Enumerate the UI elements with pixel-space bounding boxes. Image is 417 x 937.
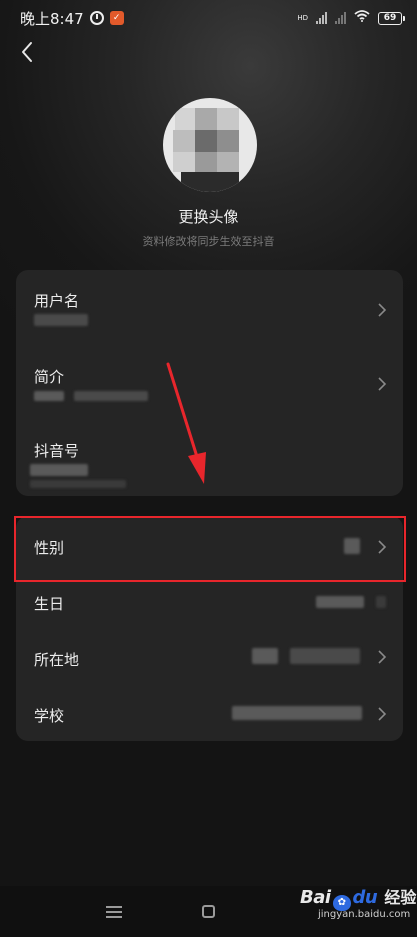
signal-icon	[316, 12, 327, 24]
douyin-id-value-redacted-2	[30, 480, 126, 488]
status-time: 晚上8:47	[20, 9, 84, 28]
birthday-value-redacted	[316, 596, 364, 608]
status-bar: 晚上8:47 ✓ HD 69	[0, 0, 417, 36]
sync-note: 资料修改将同步生效至抖音	[142, 235, 275, 248]
chevron-right-icon	[378, 303, 387, 317]
watermark: Bai ✿ du 经验 jingyan.baidu.com	[300, 884, 416, 920]
birthday-chevron-redacted	[376, 596, 386, 608]
location-value-redacted	[252, 648, 278, 664]
chevron-right-icon	[378, 707, 387, 721]
home-icon[interactable]	[202, 905, 215, 918]
wifi-icon	[354, 10, 370, 26]
battery-icon: 69	[378, 11, 405, 25]
chevron-right-icon	[378, 377, 387, 391]
bio-value-redacted	[34, 391, 64, 401]
app-notification-icon: ✓	[109, 11, 124, 25]
change-avatar-button[interactable]: 更换头像	[0, 206, 417, 227]
chevron-right-icon	[378, 650, 387, 664]
status-bar-left: 晚上8:47 ✓	[20, 8, 124, 29]
battery-level: 69	[378, 11, 402, 25]
avatar[interactable]	[163, 98, 257, 192]
back-button[interactable]	[16, 40, 40, 64]
annotation-arrow-icon	[166, 362, 206, 484]
location-value-redacted-2	[290, 648, 360, 664]
school-value-redacted	[232, 706, 362, 720]
alarm-icon	[89, 11, 104, 25]
row-label-username: 用户名	[34, 292, 80, 310]
row-label-bio: 简介	[34, 368, 65, 386]
douyin-id-value-redacted	[30, 464, 88, 476]
hd-label: HD	[297, 14, 308, 22]
menu-icon[interactable]	[106, 906, 122, 921]
bio-value-redacted-2	[74, 391, 148, 401]
signal-icon-2	[335, 12, 346, 24]
username-value-redacted	[34, 314, 88, 326]
row-label-school: 学校	[34, 707, 65, 725]
row-label-douyin-id: 抖音号	[34, 442, 80, 460]
watermark-brand: Bai ✿ du	[300, 887, 378, 911]
watermark-brand-cn: 经验	[384, 888, 417, 907]
row-location[interactable]: 所在地	[16, 628, 403, 684]
chevron-left-icon	[22, 42, 32, 62]
row-label-birthday: 生日	[34, 595, 65, 613]
row-school[interactable]: 学校	[16, 684, 403, 741]
highlight-box	[14, 516, 406, 582]
row-username[interactable]: 用户名	[16, 270, 403, 346]
watermark-url: jingyan.baidu.com	[318, 909, 411, 920]
row-label-location: 所在地	[34, 651, 80, 669]
status-bar-right: HD 69	[297, 10, 405, 26]
